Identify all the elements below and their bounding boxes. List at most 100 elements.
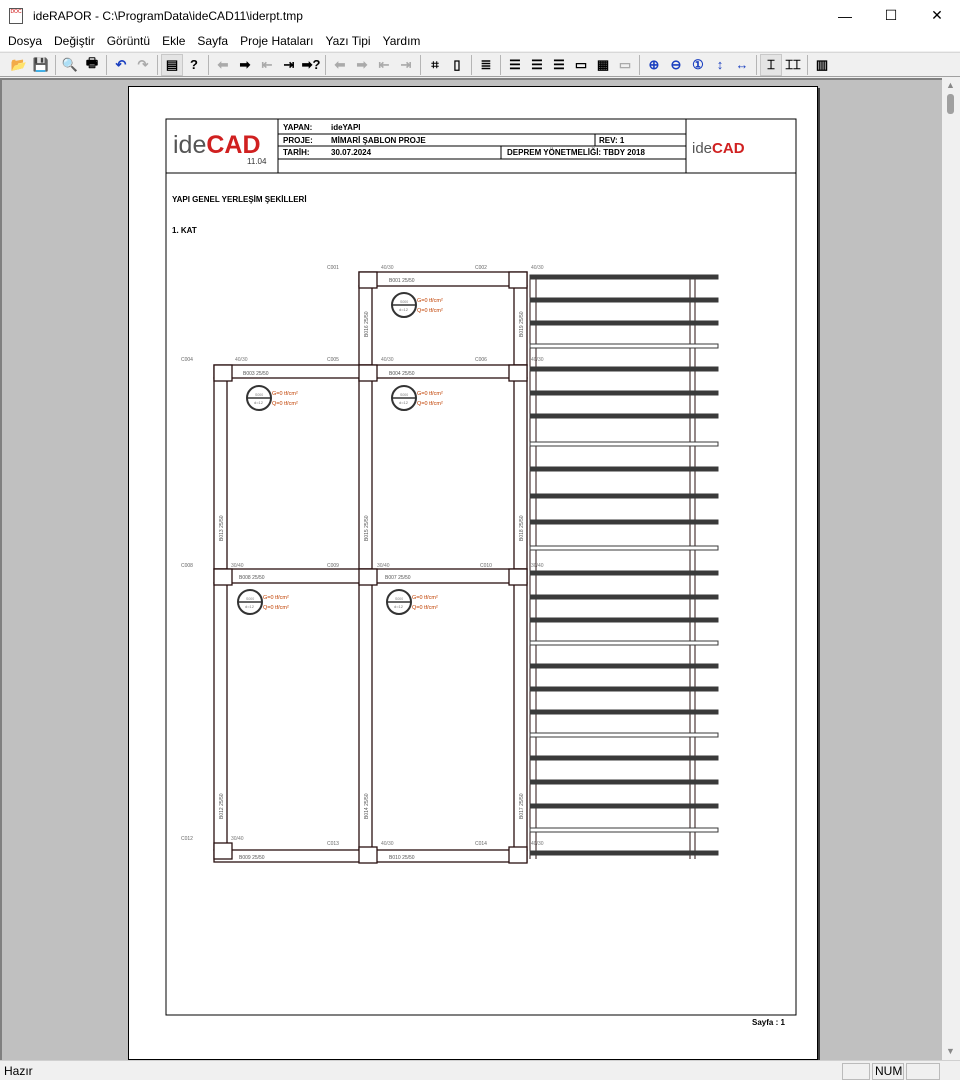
menu-yardım[interactable]: Yardım [377,34,427,48]
beam-label: B012 25/50 [219,793,225,819]
report-page: ideCAD 11.04 YAPAN: ideYAPI PROJE: MİMAR… [128,86,818,1060]
yapan-label: YAPAN: [283,123,312,132]
beam-label: B003 25/50 [243,371,269,377]
status-bar: Hazır NUM [0,1060,960,1080]
menu-ekle[interactable]: Ekle [156,34,191,48]
slab-g-load: G=0 tf/cm² [412,595,438,601]
prev-icon[interactable]: ⬅ [212,54,234,76]
column [358,846,378,864]
column-size: 30/40 [531,563,544,569]
print-icon[interactable]: 🖶 [81,54,103,76]
redo-icon[interactable]: ↷ [132,54,154,76]
slab-thickness: d=12 [394,604,404,609]
print-preview-icon[interactable]: 🔍 [59,54,81,76]
slab-q-load: Q=0 tf/cm² [272,401,298,407]
first-icon[interactable]: ⇤ [256,54,278,76]
scroll-down-icon[interactable]: ▼ [946,1046,955,1056]
zoom-out-icon[interactable]: ⊖ [665,54,687,76]
first-error-icon[interactable]: ⇤ [373,54,395,76]
menu-değiştir[interactable]: Değiştir [48,34,101,48]
save-icon[interactable]: 💾 [30,54,52,76]
numbering-icon[interactable]: ≣ [475,54,497,76]
single-page-icon[interactable]: ⌶ [760,53,782,76]
slab-thickness: d=12 [254,400,264,405]
slab-id: S000 [255,393,263,397]
help-doc-icon[interactable]: ? [183,54,205,76]
undo-icon[interactable]: ↶ [110,54,132,76]
scroll-up-icon[interactable]: ▲ [946,80,955,90]
column-size: 30/40 [231,836,244,842]
column [213,568,233,586]
ramp-step [529,545,719,551]
header-icon[interactable]: ☰ [504,54,526,76]
menu-dosya[interactable]: Dosya [2,34,48,48]
next-error-icon[interactable]: ➡ [351,54,373,76]
ramp-step [529,441,719,447]
slab-q-load: Q=0 tf/cm² [263,605,289,611]
status-panel [842,1063,870,1080]
menu-yazı-tipi[interactable]: Yazı Tipi [319,34,376,48]
next-icon[interactable]: ➡ [234,54,256,76]
top-margin-icon[interactable]: ▭ [570,54,592,76]
toolbar-separator [325,54,326,75]
prev-error-icon[interactable]: ⬅ [329,54,351,76]
page-setup-icon[interactable]: ⌗ [424,54,446,76]
num-indicator: NUM [872,1063,904,1080]
step-icon[interactable]: ▭ [614,54,636,76]
vertical-scrollbar[interactable]: ▲ ▼ [942,78,960,1060]
column-size: 40/30 [381,357,394,363]
fit-height-icon[interactable]: ↕ [709,54,731,76]
ramp-step [529,850,719,856]
slab-g-load: G=0 tf/cm² [272,391,298,397]
column-label: C009 [327,563,339,569]
ramp-step [529,663,719,669]
column-label: C008 [181,563,193,569]
goto-icon[interactable]: ➡? [300,54,322,76]
page-break-icon[interactable]: ▯ [446,54,468,76]
two-page-icon[interactable]: ⌶⌶ [782,54,804,76]
toolbar-separator [639,54,640,75]
app-icon: DOC [9,7,23,24]
maximize-button[interactable]: ☐ [868,0,914,31]
last-icon[interactable]: ⇥ [278,54,300,76]
menu-proje-hataları[interactable]: Proje Hataları [234,34,319,48]
scroll-thumb[interactable] [947,94,954,114]
right-margin-icon[interactable]: ☰ [548,54,570,76]
slab-g-load: G=0 tf/cm² [417,298,443,304]
column-label: C004 [181,357,193,363]
toolbar-separator [208,54,209,75]
menu-görüntü[interactable]: Görüntü [101,34,156,48]
menu-sayfa[interactable]: Sayfa [191,34,234,48]
minimize-button[interactable]: — [822,0,868,31]
ramp-step [529,466,719,472]
slab-thickness: d=12 [399,307,409,312]
floor-title: 1. KAT [172,226,197,235]
ramp-step [529,732,719,738]
zoom-actual-icon[interactable]: ① [687,54,709,76]
slab-q-load: Q=0 tf/cm² [417,401,443,407]
proje-value: MİMARİ ŞABLON PROJE [331,136,426,145]
open-folder-icon[interactable]: 📂 [8,54,30,76]
toolbar-separator [55,54,56,75]
beam-label: B004 25/50 [389,371,415,377]
left-margin-icon[interactable]: ☰ [526,54,548,76]
ramp-step [529,594,719,600]
ramp-step [529,320,719,326]
column [508,846,528,864]
beam [358,271,528,287]
ramp-step [529,390,719,396]
zoom-in-icon[interactable]: ⊕ [643,54,665,76]
last-error-icon[interactable]: ⇥ [395,54,417,76]
ramp-step [529,493,719,499]
column [213,842,233,860]
beam-label: B008 25/50 [239,575,265,581]
close-button[interactable]: ✕ [914,0,960,31]
grid-icon[interactable]: ▦ [592,54,614,76]
table-icon[interactable]: ▥ [811,54,833,76]
column-size: 40/30 [235,357,248,363]
report-list-icon[interactable]: ▤ [161,53,183,76]
column-size: 40/30 [531,841,544,847]
column-label: C012 [181,836,193,842]
fit-width-icon[interactable]: ↔ [731,54,753,76]
beam-label: B010 25/50 [389,855,415,861]
